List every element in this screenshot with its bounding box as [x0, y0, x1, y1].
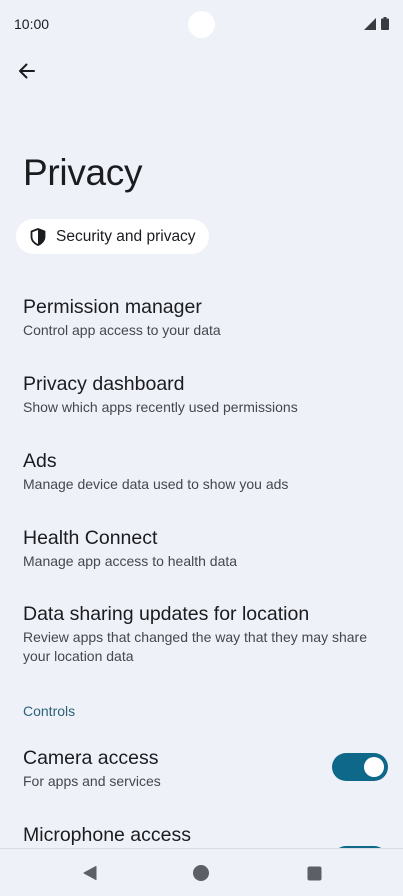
item-subtitle: Control app access to your data	[23, 322, 221, 338]
item-subtitle: Manage device data used to show you ads	[23, 476, 289, 492]
item-title: Microphone access	[23, 824, 191, 846]
page-title: Privacy	[23, 152, 143, 193]
nav-home-button[interactable]	[191, 863, 211, 883]
security-and-privacy-chip[interactable]: Security and privacy	[16, 219, 209, 254]
shield-icon	[30, 227, 46, 246]
square-recents-icon	[307, 866, 321, 880]
toggle-knob	[364, 757, 384, 777]
permission-manager-item[interactable]: Permission manager Control app access to…	[23, 295, 393, 340]
health-connect-item[interactable]: Health Connect Manage app access to heal…	[23, 526, 393, 571]
item-title: Camera access	[23, 747, 159, 769]
controls-section-header: Controls	[23, 703, 76, 719]
status-icons	[364, 17, 389, 30]
item-subtitle: Review apps that changed the way that th…	[23, 629, 367, 664]
back-button[interactable]	[12, 56, 42, 86]
chip-label: Security and privacy	[56, 227, 196, 245]
privacy-dashboard-item[interactable]: Privacy dashboard Show which apps recent…	[23, 372, 393, 417]
item-title: Ads	[23, 450, 57, 472]
ads-item[interactable]: Ads Manage device data used to show you …	[23, 449, 393, 494]
nav-recents-button[interactable]	[304, 863, 324, 883]
item-title: Health Connect	[23, 527, 158, 549]
data-sharing-updates-item[interactable]: Data sharing updates for location Review…	[23, 602, 393, 666]
arrow-left-icon	[19, 63, 35, 79]
camera-access-item[interactable]: Camera access For apps and services	[23, 746, 323, 791]
camera-access-toggle[interactable]	[332, 753, 388, 781]
microphone-access-item[interactable]: Microphone access	[23, 823, 323, 847]
item-title: Data sharing updates for location	[23, 603, 310, 625]
item-subtitle: Show which apps recently used permission…	[23, 399, 298, 415]
triangle-back-icon	[83, 866, 97, 880]
camera-cutout	[188, 11, 215, 38]
battery-icon	[381, 17, 389, 30]
circle-home-icon	[193, 865, 209, 881]
item-title: Permission manager	[23, 296, 202, 318]
navigation-bar	[0, 848, 403, 896]
signal-icon	[364, 17, 376, 30]
status-time: 10:00	[14, 16, 50, 32]
item-subtitle: Manage app access to health data	[23, 553, 238, 569]
status-bar: 10:00	[0, 0, 403, 48]
item-title: Privacy dashboard	[23, 373, 185, 395]
item-subtitle: For apps and services	[23, 773, 161, 789]
nav-back-button[interactable]	[80, 863, 100, 883]
